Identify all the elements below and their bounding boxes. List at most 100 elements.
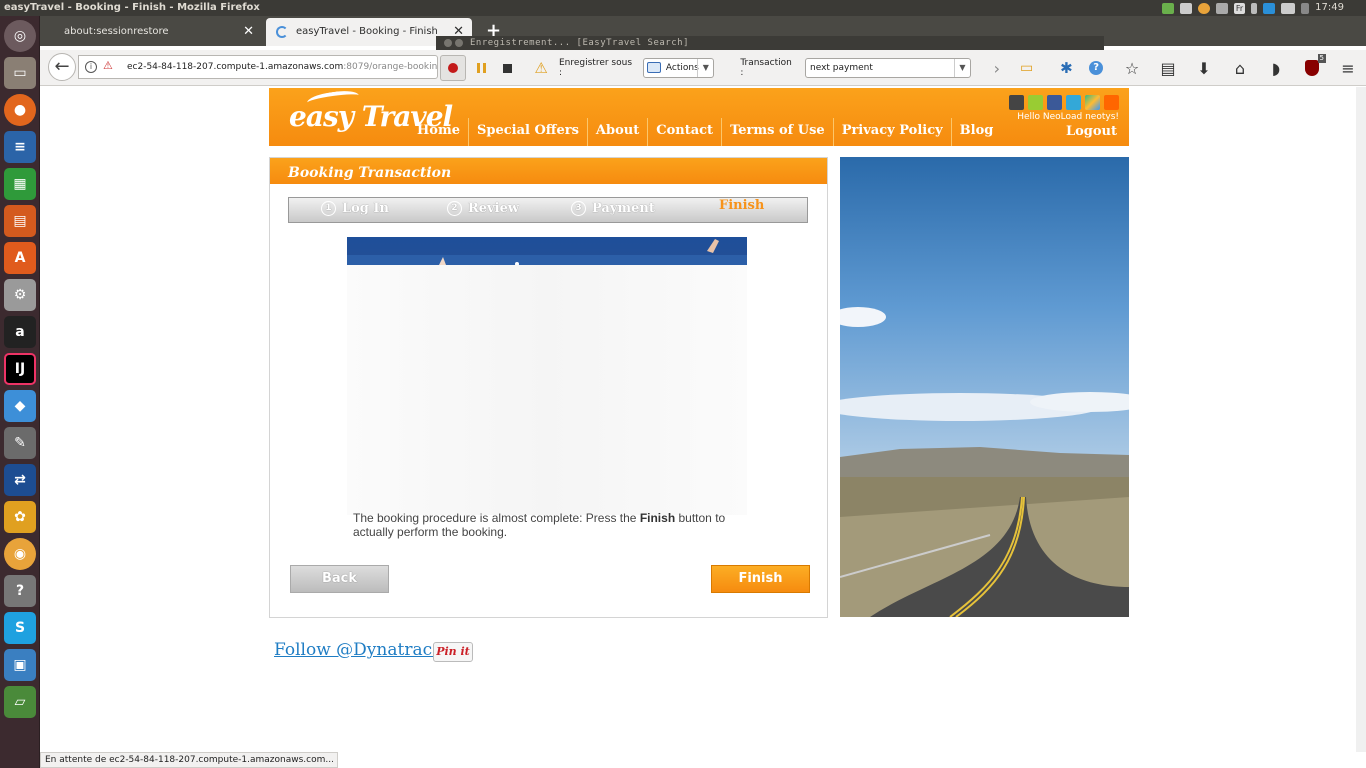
close-tab-icon[interactable]: ✕ (243, 18, 254, 46)
keyboard-layout[interactable]: Fr (1233, 2, 1246, 14)
bluetooth-icon[interactable] (1251, 2, 1258, 14)
workspace-icon[interactable]: ▱ (4, 686, 36, 718)
panel-title: Booking Transaction (270, 158, 827, 184)
pause-button[interactable] (472, 58, 492, 78)
warning-icon[interactable]: ⚠ (531, 58, 551, 78)
system-tray: Fr 17:49 (1161, 0, 1366, 16)
transaction-value: next payment (810, 63, 873, 73)
skype-icon[interactable]: S (4, 612, 36, 644)
gimp-icon[interactable]: ✎ (4, 427, 36, 459)
help-icon[interactable]: ? (4, 575, 36, 607)
close-window-icon[interactable] (444, 39, 452, 47)
twitter-icon[interactable] (1066, 95, 1081, 110)
destination-banner-image (347, 237, 747, 266)
transfer-icon[interactable] (1215, 2, 1228, 14)
message-bold: Finish (639, 511, 676, 525)
pinit-button[interactable]: Pin it (433, 642, 473, 662)
save-under-label: Enregistrer sous : (558, 58, 633, 78)
tab-sessionrestore[interactable]: about:sessionrestore ✕ (40, 18, 262, 46)
apple-icon[interactable] (1009, 95, 1024, 110)
follow-dynatrace-link[interactable]: Follow @Dynatrace (274, 640, 442, 660)
nav-blog[interactable]: Blog (952, 118, 1002, 146)
android-icon[interactable] (1028, 95, 1043, 110)
nav-privacy-policy[interactable]: Privacy Policy (834, 118, 952, 146)
bookmark-star-icon[interactable]: ☆ (1114, 50, 1150, 86)
remote-desktop-icon[interactable]: ⇄ (4, 464, 36, 496)
unity-launcher: ◎ ▭ ● ≡ ▦ ▤ A ⚙ a IJ ◆ ✎ ⇄ ✿ ◉ ? S ▣ ▱ (0, 16, 40, 768)
intellij-icon[interactable]: IJ (4, 353, 36, 385)
ubuntu-dash-icon[interactable]: ◎ (4, 20, 36, 52)
nav-special-offers[interactable]: Special Offers (469, 118, 588, 146)
next-transaction-icon[interactable]: › (987, 58, 1007, 78)
ublock-icon[interactable]: 5 (1294, 50, 1330, 86)
network-icon[interactable]: ✱ (1056, 58, 1076, 78)
minimize-window-icon[interactable] (455, 39, 463, 47)
nav-home[interactable]: Home (409, 118, 469, 146)
back-button[interactable]: ← (48, 53, 76, 81)
nav-contact[interactable]: Contact (648, 118, 723, 146)
pinwheel-icon[interactable]: ✿ (4, 501, 36, 533)
url-path: :8079/orange-booking-finish.j (343, 62, 438, 72)
facebook-icon[interactable] (1047, 95, 1062, 110)
step-label: Review (468, 201, 520, 216)
save-under-select[interactable]: Actions ▼ (642, 58, 715, 78)
step-label: Log In (342, 201, 389, 216)
stop-button[interactable] (497, 58, 517, 78)
insecure-lock-icon[interactable]: ⚠ (103, 60, 115, 72)
transaction-select[interactable]: next payment ▼ (805, 58, 971, 78)
battery-icon[interactable] (1281, 2, 1296, 14)
record-button[interactable] (440, 55, 466, 81)
finish-button[interactable]: Finish (711, 565, 810, 593)
disk-icon[interactable]: ▣ (4, 649, 36, 681)
page-scrollbar[interactable] (1356, 87, 1366, 752)
back-button[interactable]: Back (290, 565, 389, 593)
rss-icon[interactable] (1104, 95, 1119, 110)
chrome-launcher-icon[interactable]: ◉ (4, 538, 36, 570)
step-payment: 3 Payment (571, 201, 655, 216)
transaction-label: Transaction : (740, 58, 792, 78)
menu-icon[interactable]: ≡ (1330, 50, 1366, 86)
calc-icon[interactable]: ▦ (4, 168, 36, 200)
step-label: Payment (592, 201, 655, 216)
url-bar[interactable]: i ⚠ ec2-54-84-118-207.compute-1.amazonaw… (78, 55, 438, 79)
message-text: The booking procedure is almost complete… (353, 511, 640, 525)
download-icon[interactable]: ⬇ (1186, 50, 1222, 86)
neoload-window-title: Enregistrement... [EasyTravel Search] (470, 38, 689, 48)
step-finish: Finish (719, 198, 764, 213)
help-icon[interactable]: ? (1086, 58, 1106, 78)
dropbox-icon[interactable] (1179, 2, 1192, 14)
tab-label: easyTravel - Booking - Finish (296, 26, 438, 37)
amazon-icon[interactable]: a (4, 316, 36, 348)
open-folder-icon[interactable]: ▭ (1017, 58, 1037, 78)
software-center-icon[interactable]: A (4, 242, 36, 274)
chevron-down-icon: ▼ (953, 59, 970, 77)
landscape-illustration (840, 157, 1129, 617)
mail-icon[interactable] (1263, 2, 1276, 14)
nav-about[interactable]: About (588, 118, 649, 146)
files-icon[interactable]: ▭ (4, 57, 36, 89)
box-icon[interactable]: ◆ (4, 390, 36, 422)
impress-icon[interactable]: ▤ (4, 205, 36, 237)
volume-icon[interactable] (1301, 2, 1310, 14)
booking-steps: 1 Log In 2 Review 3 Payment Finish (288, 197, 808, 223)
home-icon[interactable]: ⌂ (1222, 50, 1258, 86)
info-icon[interactable]: i (85, 61, 97, 73)
logout-link[interactable]: Logout (1066, 124, 1117, 139)
windows-icon[interactable] (1085, 95, 1100, 110)
chrome-icon[interactable] (1197, 2, 1210, 14)
nav-terms-of-use[interactable]: Terms of Use (722, 118, 834, 146)
pocket-icon[interactable]: ◗ (1258, 50, 1294, 86)
step-review: 2 Review (447, 201, 519, 216)
folder-icon (646, 62, 661, 73)
firefox-icon[interactable]: ● (4, 94, 36, 126)
clock[interactable]: 17:49 (1315, 0, 1344, 16)
reading-list-icon[interactable]: ▤ (1150, 50, 1186, 86)
road-landscape-photo (840, 157, 1129, 617)
settings-icon[interactable]: ⚙ (4, 279, 36, 311)
neoload-recording-window-title: Enregistrement... [EasyTravel Search] (436, 36, 1104, 50)
check-icon[interactable] (1161, 2, 1174, 14)
completion-message: The booking procedure is almost complete… (353, 511, 753, 539)
writer-icon[interactable]: ≡ (4, 131, 36, 163)
ublock-badge: 5 (1317, 54, 1326, 63)
site-nav: Home Special Offers About Contact Terms … (409, 118, 1001, 146)
